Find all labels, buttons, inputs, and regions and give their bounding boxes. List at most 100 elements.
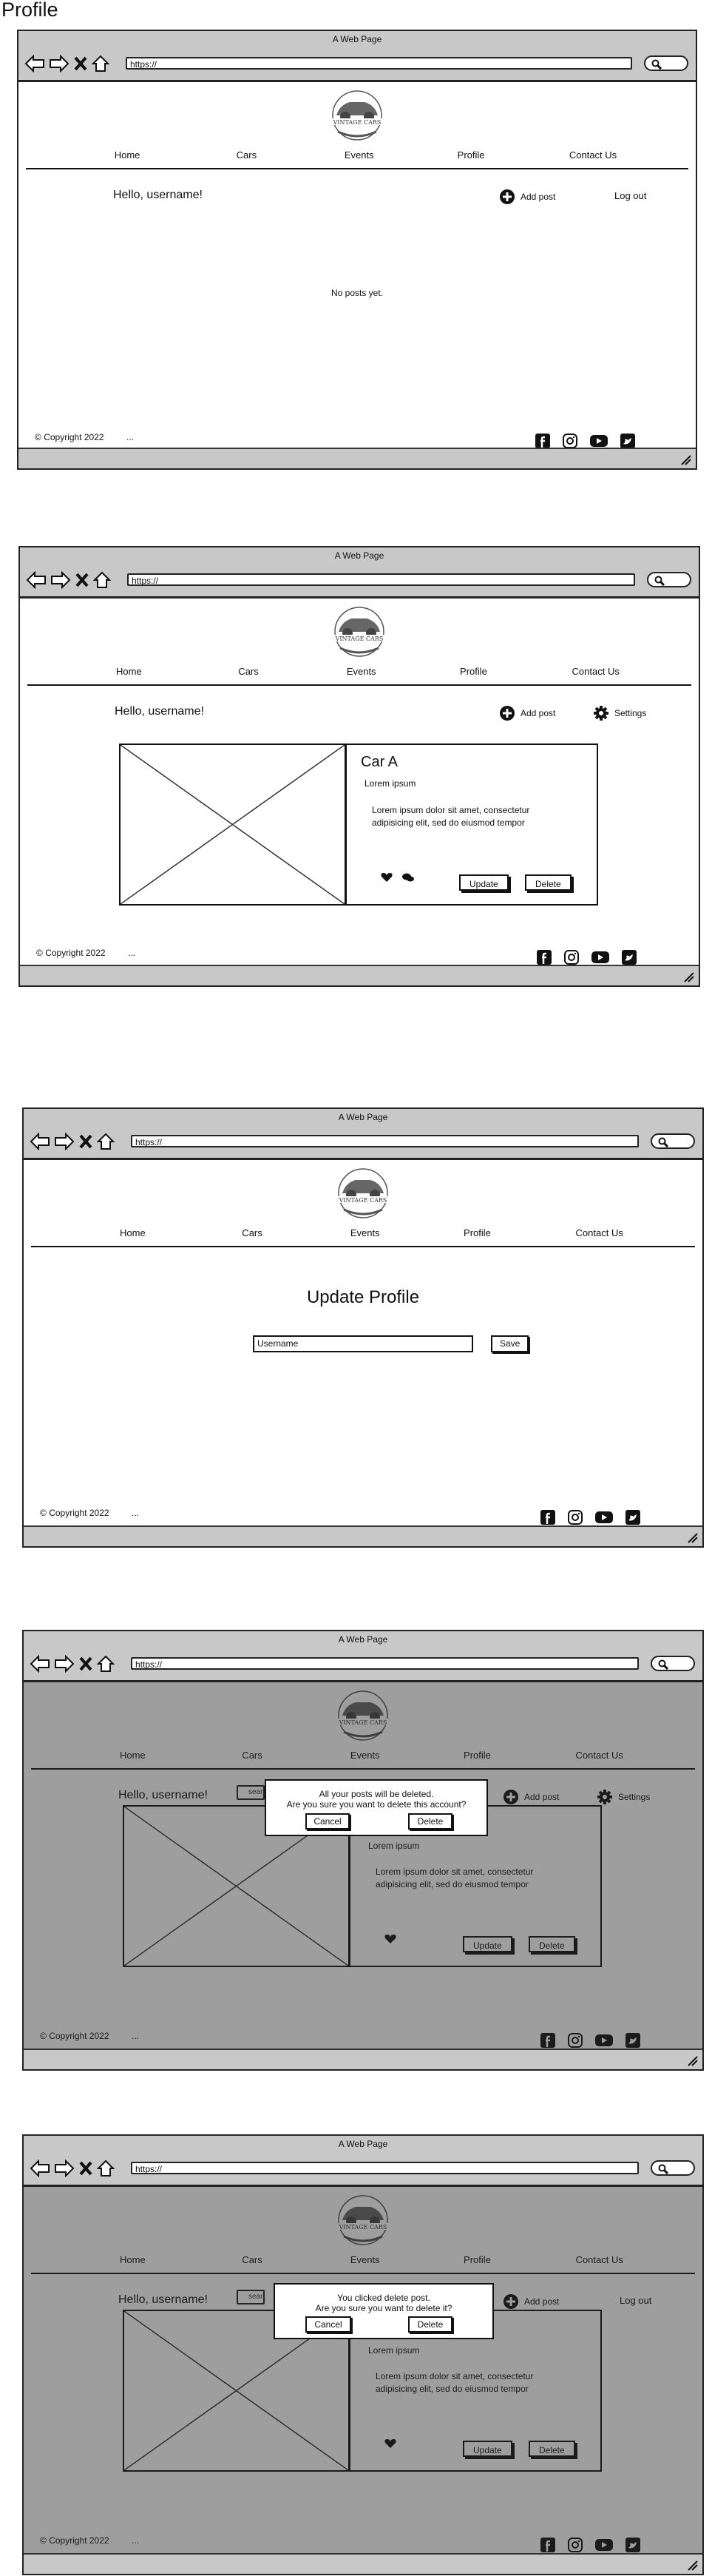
back-icon[interactable] — [26, 571, 47, 589]
modal-overlay[interactable] — [24, 1682, 702, 2050]
browser-search-button[interactable] — [651, 1656, 695, 1671]
nav-events[interactable]: Events — [345, 149, 374, 161]
copyright-text: Copyright 2022 — [44, 432, 104, 442]
copyright: © Copyright 2022 — [40, 1508, 109, 1518]
youtube-icon[interactable] — [589, 434, 608, 448]
username-input[interactable]: Username — [253, 1335, 473, 1352]
stop-icon[interactable] — [78, 2160, 93, 2177]
browser-status-bar — [24, 2553, 702, 2574]
nav-home[interactable]: Home — [115, 149, 140, 161]
browser-search-button[interactable] — [647, 572, 691, 587]
back-icon[interactable] — [24, 55, 45, 73]
nav-cars[interactable]: Cars — [242, 1227, 262, 1238]
confirm-delete-button[interactable]: Delete — [408, 2316, 452, 2333]
settings-button[interactable]: Settings — [593, 705, 646, 721]
update-post-button[interactable]: Update — [459, 874, 509, 891]
logo-text: VINTAGE CARS — [339, 1197, 387, 1204]
forward-icon[interactable] — [54, 1133, 75, 1150]
nav-profile[interactable]: Profile — [460, 666, 487, 677]
save-button[interactable]: Save — [491, 1335, 529, 1352]
facebook-icon[interactable] — [536, 949, 552, 965]
stop-icon[interactable] — [75, 572, 89, 588]
heart-icon[interactable] — [381, 872, 393, 883]
browser-search-button[interactable] — [644, 55, 688, 71]
browser-search-button[interactable] — [651, 1133, 695, 1149]
nav-cars[interactable]: Cars — [237, 149, 257, 161]
home-icon[interactable] — [97, 2159, 115, 2177]
back-icon[interactable] — [30, 1133, 50, 1150]
comment-icon[interactable] — [401, 872, 415, 883]
page-content: VINTAGE CARS Home Cars Events Profile Co… — [18, 82, 696, 449]
browser-status-bar — [24, 1525, 702, 1546]
nav-home[interactable]: Home — [116, 666, 142, 677]
main-nav: Home Cars Events Profile Contact Us — [27, 666, 691, 678]
delete-account-dialog: All your posts will be deleted. Are you … — [265, 1779, 488, 1836]
nav-profile[interactable]: Profile — [464, 1227, 491, 1238]
home-icon[interactable] — [92, 55, 109, 73]
footer-more: ... — [128, 948, 136, 958]
update-profile-heading: Update Profile — [306, 1287, 420, 1307]
nav-contact-us[interactable]: Contact Us — [569, 149, 617, 161]
resize-grip-icon[interactable] — [686, 2559, 698, 2571]
back-icon[interactable] — [30, 2159, 50, 2177]
url-bar[interactable]: https:// — [131, 1657, 639, 1670]
add-post-button[interactable]: Add post — [499, 189, 555, 205]
logout-link[interactable]: Log out — [614, 190, 646, 201]
forward-icon[interactable] — [54, 2159, 75, 2177]
instagram-icon[interactable] — [567, 1509, 583, 1525]
browser-window-delete-account: A Web Page https:// VINTAGE CARS Home Ca… — [22, 1630, 704, 2071]
nav-events[interactable]: Events — [347, 666, 376, 677]
nav-contact-us[interactable]: Contact Us — [576, 1227, 623, 1238]
youtube-icon[interactable] — [591, 950, 610, 965]
browser-toolbar: https:// — [20, 564, 699, 599]
site-logo[interactable]: VINTAGE CARS — [326, 1167, 400, 1223]
confirm-delete-button[interactable]: Delete — [408, 1813, 452, 1830]
resize-grip-icon[interactable] — [682, 971, 694, 982]
stop-icon[interactable] — [78, 1133, 93, 1150]
resize-grip-icon[interactable] — [686, 2054, 698, 2066]
delete-post-button[interactable]: Delete — [525, 874, 572, 891]
forward-icon[interactable] — [49, 55, 69, 73]
instagram-icon[interactable] — [562, 433, 578, 449]
modal-overlay[interactable] — [24, 2187, 702, 2555]
main-nav: Home Cars Events Profile Contact Us — [26, 149, 688, 161]
url-bar[interactable]: https:// — [127, 573, 635, 586]
home-icon[interactable] — [93, 571, 111, 589]
nav-profile[interactable]: Profile — [458, 149, 485, 161]
site-logo[interactable]: VINTAGE CARS — [322, 605, 396, 661]
url-bar[interactable]: https:// — [131, 1135, 639, 1147]
nav-cars[interactable]: Cars — [238, 666, 258, 677]
facebook-icon[interactable] — [540, 1509, 556, 1525]
twitter-icon[interactable] — [621, 949, 637, 965]
post-card: Car A Lorem ipsum Lorem ipsum dolor sit … — [119, 744, 598, 906]
resize-grip-icon[interactable] — [686, 1531, 698, 1543]
site-logo[interactable]: VINTAGE CARS — [320, 89, 394, 145]
nav-events[interactable]: Events — [350, 1227, 380, 1238]
browser-window-delete-post: A Web Page https:// VINTAGE CARS Home Ca… — [22, 2134, 704, 2575]
url-bar[interactable]: https:// — [131, 2162, 639, 2174]
copyright-text: Copyright 2022 — [49, 1508, 109, 1518]
back-icon[interactable] — [30, 1655, 50, 1673]
resize-grip-icon[interactable] — [679, 454, 691, 465]
twitter-icon[interactable] — [625, 1509, 641, 1525]
search-icon — [658, 1659, 668, 1670]
browser-search-button[interactable] — [651, 2160, 695, 2176]
facebook-icon[interactable] — [535, 433, 551, 449]
stop-icon[interactable] — [78, 1656, 93, 1672]
cancel-button[interactable]: Cancel — [305, 1813, 350, 1830]
twitter-icon[interactable] — [620, 433, 636, 449]
youtube-icon[interactable] — [594, 1510, 614, 1525]
home-icon[interactable] — [97, 1655, 115, 1673]
instagram-icon[interactable] — [563, 949, 580, 965]
forward-icon[interactable] — [54, 1655, 75, 1673]
cancel-button[interactable]: Cancel — [305, 2316, 351, 2333]
url-bar[interactable]: https:// — [126, 57, 632, 70]
forward-icon[interactable] — [50, 571, 71, 589]
home-icon[interactable] — [97, 1133, 115, 1150]
nav-divider — [27, 684, 691, 686]
nav-home[interactable]: Home — [120, 1227, 146, 1238]
nav-contact-us[interactable]: Contact Us — [572, 666, 620, 677]
add-post-button[interactable]: Add post — [499, 705, 555, 721]
nav-divider — [31, 1246, 695, 1247]
stop-icon[interactable] — [73, 55, 88, 72]
